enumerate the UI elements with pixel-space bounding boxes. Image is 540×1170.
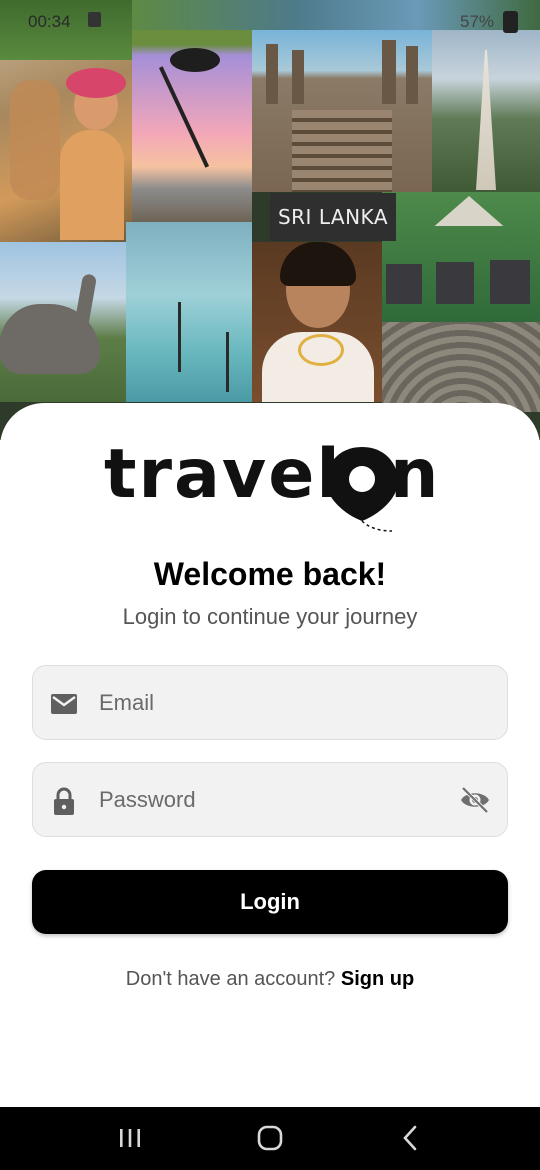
login-button[interactable]: Login — [32, 870, 508, 934]
collage-photo-cabins — [382, 192, 540, 322]
collage-photo-elephant — [0, 242, 126, 402]
password-field[interactable] — [32, 762, 508, 837]
mail-icon — [51, 694, 77, 714]
recent-apps-icon[interactable] — [113, 1123, 147, 1153]
collage-photo-stupa — [432, 30, 540, 192]
status-bar: 00:34 57% — [0, 0, 540, 44]
logo-text-right: n — [390, 435, 438, 514]
home-icon[interactable] — [253, 1123, 287, 1153]
eye-off-icon[interactable] — [459, 785, 491, 815]
welcome-subtitle: Login to continue your journey — [122, 604, 418, 629]
battery-level: 57% — [460, 12, 495, 31]
signup-prompt: Don't have an account? — [125, 968, 336, 990]
notification-icon — [88, 12, 101, 27]
battery-icon — [503, 11, 518, 33]
signup-row: Don't have an account? Sign up — [0, 968, 540, 991]
email-field[interactable] — [32, 665, 508, 740]
hero-collage: SRI LANKA — [0, 0, 540, 440]
collage-photo-ruins — [252, 30, 432, 192]
location-pin-icon — [326, 447, 398, 532]
email-input[interactable] — [99, 666, 439, 739]
location-label: SRI LANKA — [270, 193, 396, 241]
collage-photo-moonstone — [382, 322, 540, 412]
status-time: 00:34 — [28, 12, 71, 31]
logo-text-left: travel — [104, 435, 342, 514]
system-nav-bar — [0, 1107, 540, 1170]
back-icon[interactable] — [393, 1123, 427, 1153]
welcome-title: Welcome back! — [153, 556, 387, 592]
lock-icon — [54, 787, 74, 815]
collage-photo-stilt-fishers — [126, 222, 252, 402]
collage-photo-bride — [252, 242, 382, 402]
password-input[interactable] — [99, 763, 439, 836]
travelon-logo: travel n — [104, 435, 438, 532]
signup-link[interactable]: Sign up — [341, 968, 414, 990]
